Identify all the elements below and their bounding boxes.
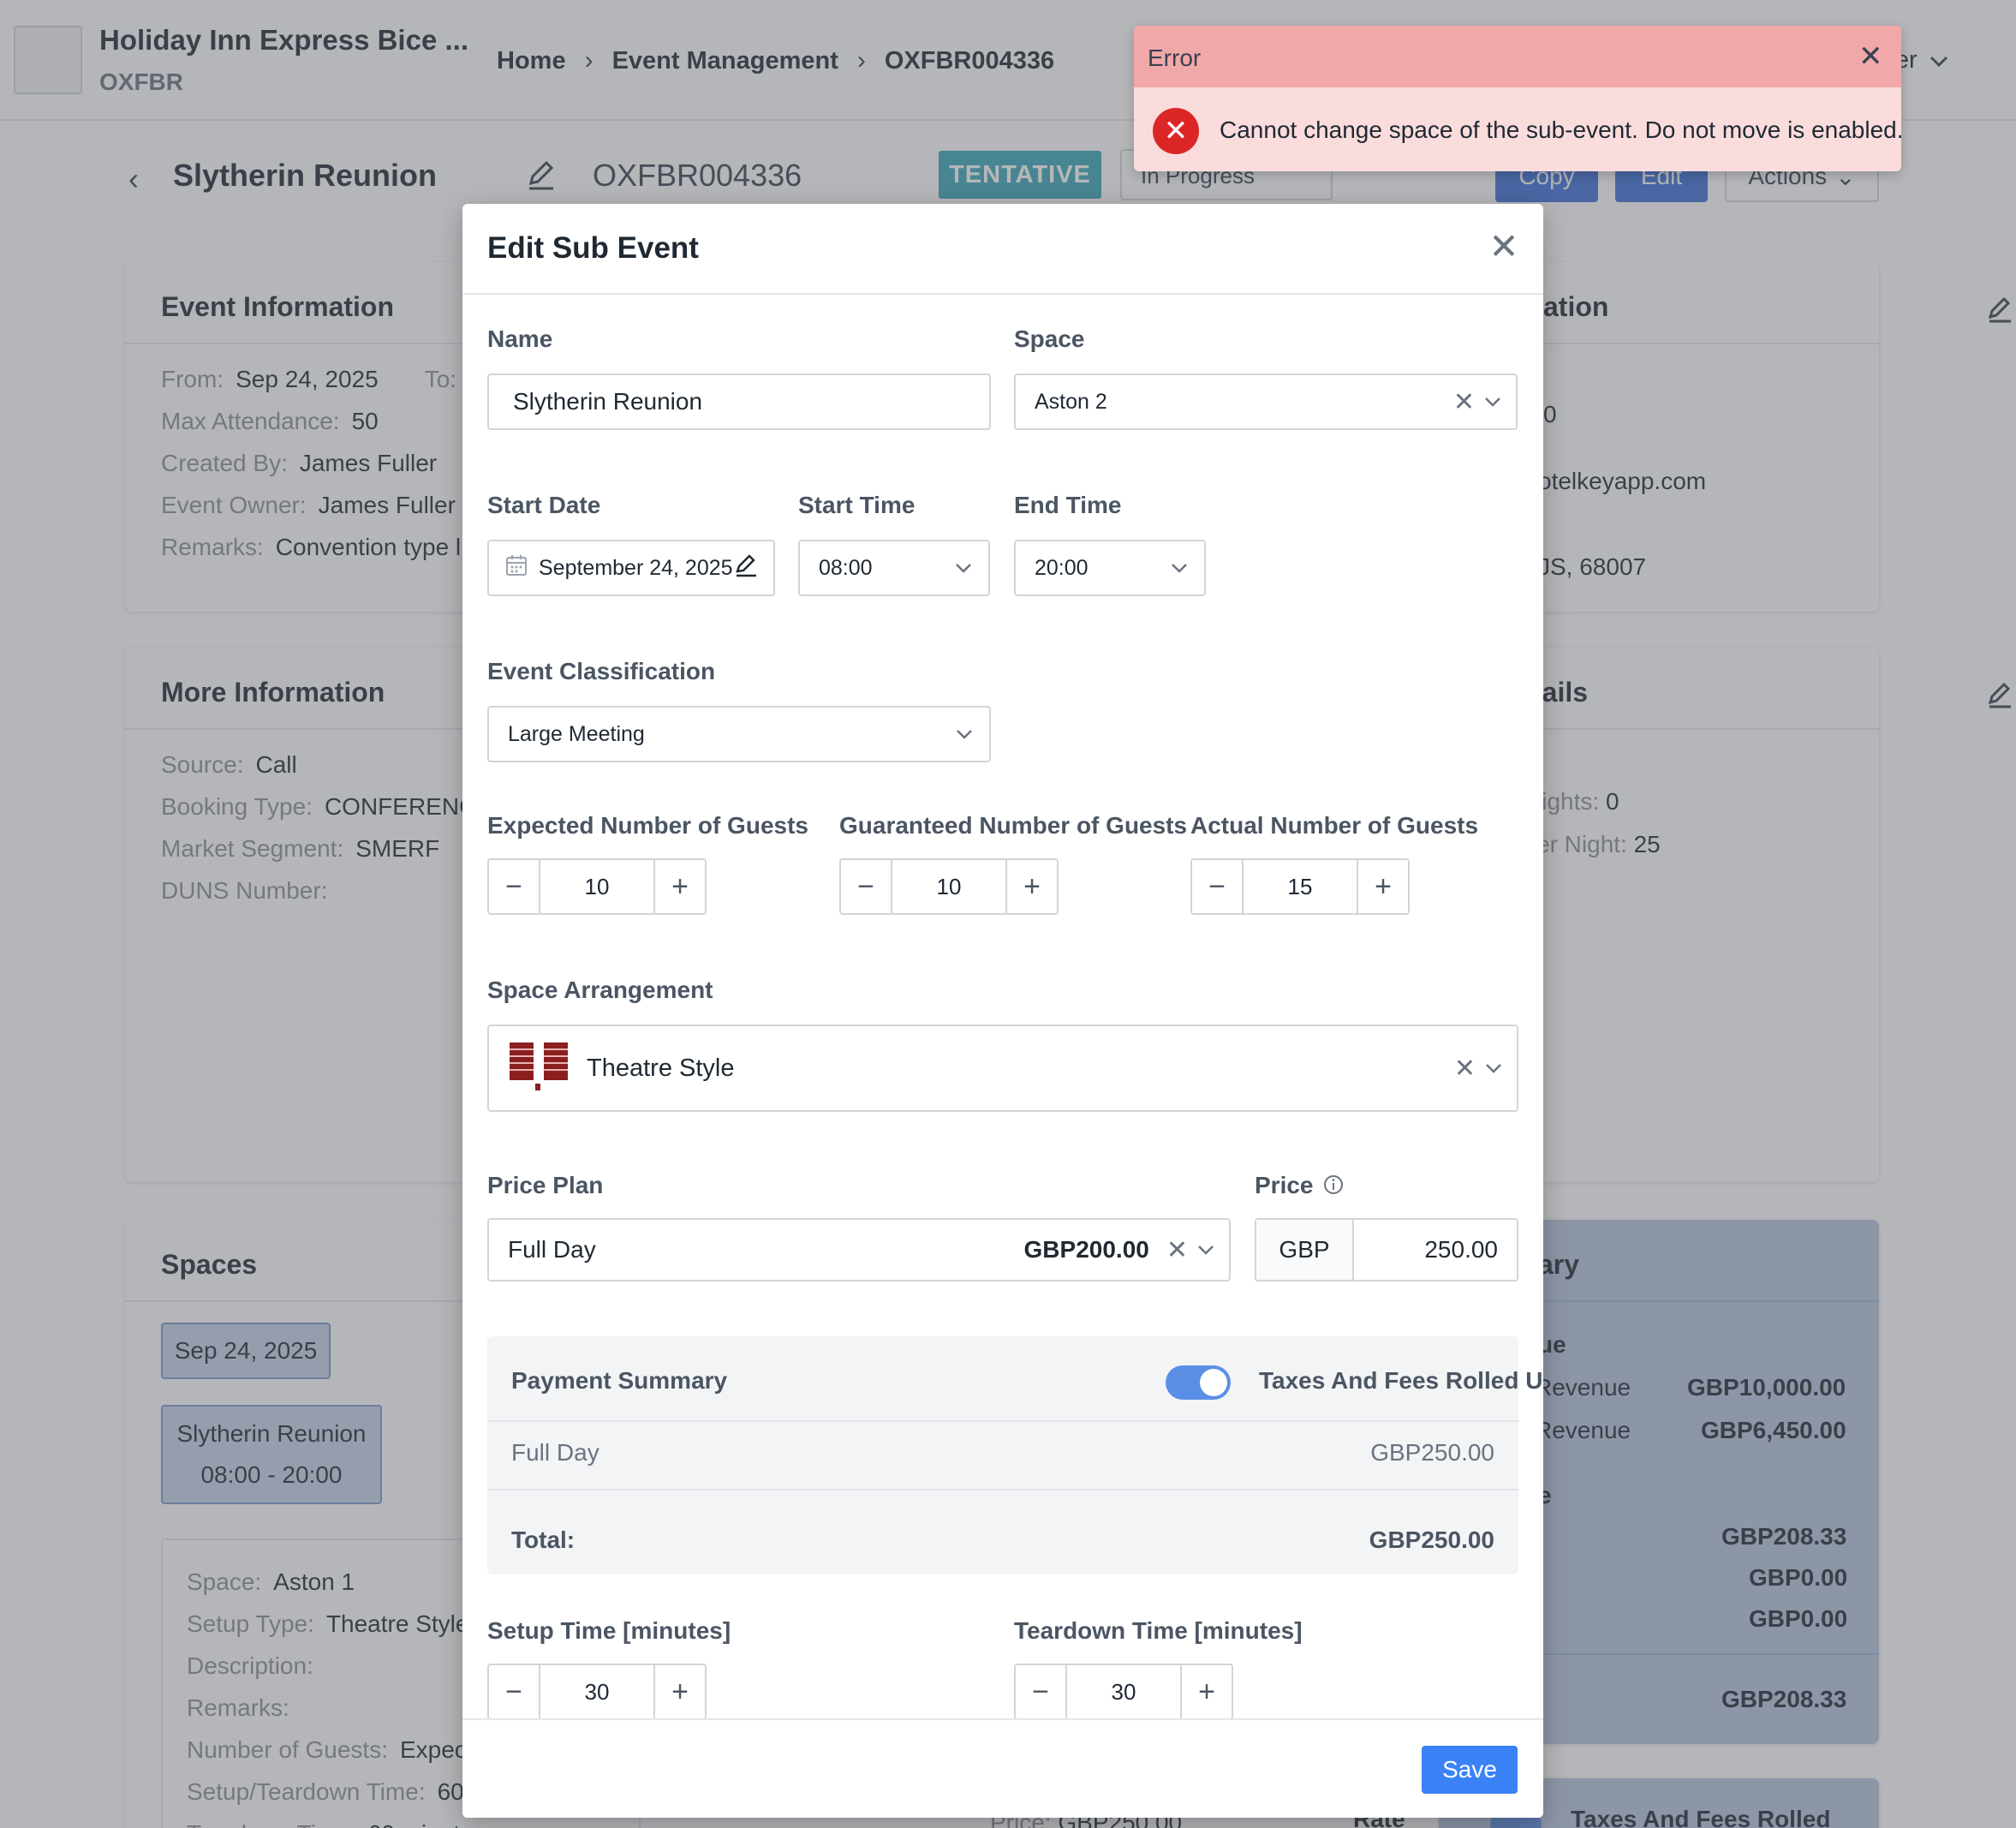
expected-guests-value[interactable]: 10: [539, 860, 655, 913]
toast-title: Error: [1148, 45, 1202, 71]
minus-icon[interactable]: −: [489, 1665, 539, 1718]
divider: [487, 1420, 1518, 1422]
price-plan-amount: GBP200.00: [1023, 1236, 1149, 1263]
chevron-down-icon: [951, 721, 977, 747]
taxes-rolled-toggle[interactable]: [1166, 1365, 1231, 1400]
start-date-label: Start Date: [487, 492, 601, 518]
plus-icon[interactable]: +: [655, 860, 705, 913]
classification-label: Event Classification: [487, 658, 716, 684]
end-time-select[interactable]: 20:00: [1014, 540, 1206, 596]
minus-icon[interactable]: −: [841, 860, 891, 913]
plus-icon[interactable]: +: [1358, 860, 1408, 913]
price-plan-value: Full Day: [508, 1236, 596, 1263]
pencil-icon[interactable]: [734, 553, 758, 584]
chevron-down-icon: [951, 555, 976, 581]
chevron-down-icon: [1480, 389, 1506, 415]
close-icon[interactable]: ✕: [1487, 229, 1521, 265]
classification-select[interactable]: Large Meeting: [487, 706, 991, 762]
guaranteed-guests-label: Guaranteed Number of Guests: [839, 812, 1188, 839]
clear-icon[interactable]: ✕: [1166, 1235, 1188, 1265]
error-icon: ✕: [1153, 108, 1199, 154]
space-value: Aston 2: [1035, 389, 1107, 414]
line-item-value: GBP250.00: [1370, 1439, 1494, 1466]
guaranteed-guests-value[interactable]: 10: [891, 860, 1007, 913]
toggle-knob: [1200, 1369, 1227, 1396]
toast-body: ✕ Cannot change space of the sub-event. …: [1134, 87, 1901, 171]
close-icon[interactable]: ✕: [1858, 39, 1883, 74]
edit-sub-event-modal: Edit Sub Event ✕ Name Slytherin Reunion …: [462, 204, 1543, 1818]
teardown-time-stepper: − 30 +: [1014, 1664, 1233, 1720]
arrangement-label: Space Arrangement: [487, 977, 713, 1003]
modal-footer: Save: [462, 1718, 1543, 1818]
toast-header: Error ✕: [1134, 26, 1901, 87]
payment-summary: Payment Summary Taxes And Fees Rolled Up…: [487, 1336, 1543, 1574]
name-label: Name: [487, 326, 553, 352]
clear-icon[interactable]: ✕: [1454, 1054, 1476, 1084]
start-time-label: Start Time: [798, 492, 916, 518]
minus-icon[interactable]: −: [1192, 860, 1242, 913]
name-input[interactable]: Slytherin Reunion: [487, 373, 991, 430]
arrangement-select[interactable]: Theatre Style ✕: [487, 1025, 1518, 1112]
plus-icon[interactable]: +: [655, 1665, 705, 1718]
start-time-select[interactable]: 08:00: [798, 540, 990, 596]
actual-guests-value[interactable]: 15: [1242, 860, 1358, 913]
end-time-value: 20:00: [1035, 555, 1089, 580]
chevron-down-icon: [1481, 1055, 1506, 1081]
modal-header: Edit Sub Event ✕: [462, 204, 1543, 295]
end-time-label: End Time: [1014, 492, 1122, 518]
teardown-time-value[interactable]: 30: [1065, 1665, 1182, 1718]
taxes-rolled-label: Taxes And Fees Rolled Up: [1259, 1367, 1543, 1394]
plus-icon[interactable]: +: [1007, 860, 1057, 913]
space-select[interactable]: Aston 2 ✕: [1014, 373, 1518, 430]
minus-icon[interactable]: −: [489, 860, 539, 913]
info-icon[interactable]: [1322, 1174, 1345, 1200]
error-toast: Error ✕ ✕ Cannot change space of the sub…: [1134, 26, 1901, 171]
actual-guests-stepper: − 15 +: [1190, 858, 1410, 915]
clear-icon[interactable]: ✕: [1453, 387, 1475, 417]
start-date-value: September 24, 2025: [539, 555, 733, 580]
payment-summary-label: Payment Summary: [511, 1367, 728, 1394]
price-input[interactable]: GBP 250.00: [1255, 1218, 1518, 1281]
price-plan-select[interactable]: Full Day GBP200.00 ✕: [487, 1218, 1231, 1281]
minus-icon[interactable]: −: [1016, 1665, 1065, 1718]
guaranteed-guests-stepper: − 10 +: [839, 858, 1059, 915]
modal-title: Edit Sub Event: [487, 231, 699, 265]
price-currency: GBP: [1256, 1220, 1354, 1280]
chevron-down-icon: [1193, 1237, 1219, 1263]
start-date-picker[interactable]: September 24, 2025: [487, 540, 775, 596]
price-value: 250.00: [1424, 1236, 1498, 1263]
save-button[interactable]: Save: [1422, 1746, 1518, 1794]
name-value: Slytherin Reunion: [513, 388, 703, 415]
theatre-style-icon: [508, 1039, 570, 1098]
actual-guests-label: Actual Number of Guests: [1190, 812, 1479, 839]
line-item-label: Full Day: [511, 1439, 599, 1466]
divider: [487, 1489, 1518, 1490]
calendar-icon: [504, 553, 528, 583]
start-time-value: 08:00: [819, 555, 873, 580]
price-plan-label: Price Plan: [487, 1172, 604, 1198]
plus-icon[interactable]: +: [1182, 1665, 1232, 1718]
setup-time-stepper: − 30 +: [487, 1664, 707, 1720]
setup-time-label: Setup Time [minutes]: [487, 1617, 731, 1644]
setup-time-value[interactable]: 30: [539, 1665, 655, 1718]
chevron-down-icon: [1166, 555, 1192, 581]
expected-guests-stepper: − 10 +: [487, 858, 707, 915]
toast-message: Cannot change space of the sub-event. Do…: [1220, 116, 1901, 143]
space-label: Space: [1014, 326, 1085, 352]
price-label: Price: [1255, 1172, 1314, 1198]
expected-guests-label: Expected Number of Guests: [487, 812, 808, 839]
total-label: Total:: [511, 1526, 576, 1553]
arrangement-value: Theatre Style: [587, 1054, 735, 1082]
classification-value: Large Meeting: [508, 721, 645, 746]
teardown-time-label: Teardown Time [minutes]: [1014, 1617, 1303, 1644]
total-value: GBP250.00: [1369, 1526, 1494, 1553]
